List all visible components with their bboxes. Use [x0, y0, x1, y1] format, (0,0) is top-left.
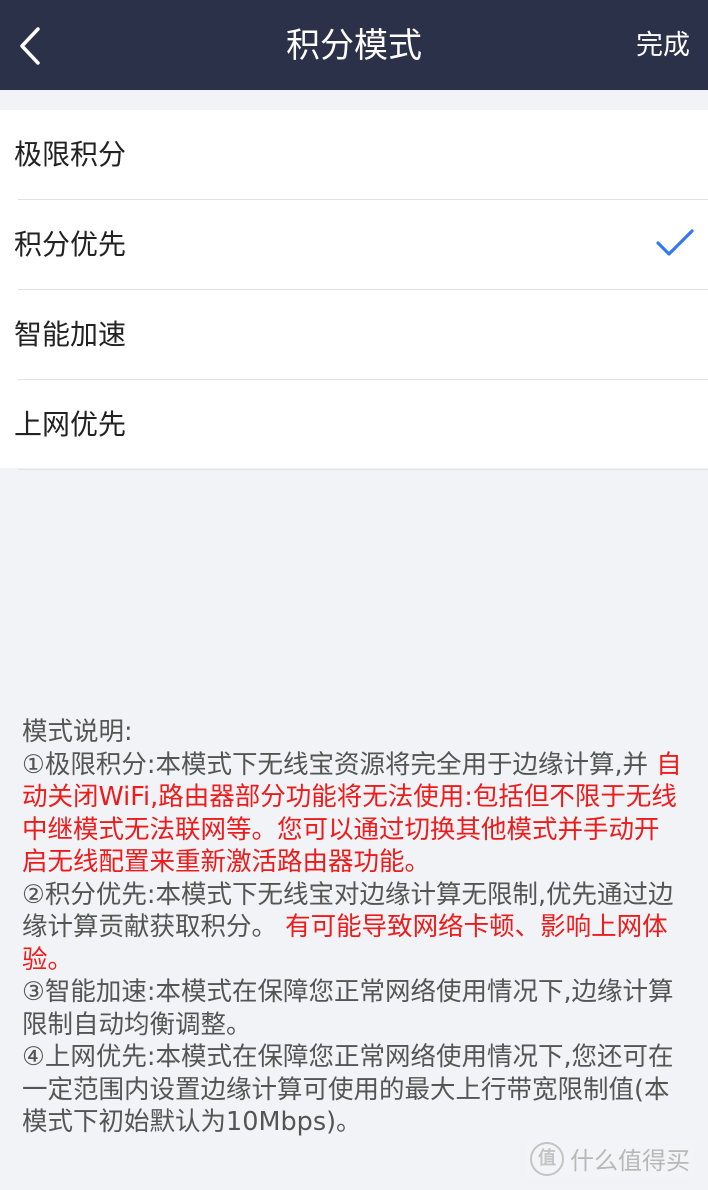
watermark: 值 什么值得买 — [526, 1139, 694, 1178]
description-item: ①极限积分:本模式下无线宝资源将完全用于边缘计算,并 自动关闭WiFi,路由器部… — [22, 749, 682, 879]
description-item-title: ②积分优先: — [22, 879, 156, 910]
mode-option-smart-accelerate[interactable]: 智能加速 — [14, 290, 708, 380]
mode-option-label: 智能加速 — [14, 318, 127, 351]
mode-option-label: 上网优先 — [14, 408, 127, 441]
description-item-text: 本模式下无线宝资源将完全用于边缘计算,并 — [155, 749, 649, 780]
description-item: ②积分优先:本模式下无线宝对边缘计算无限制,优先通过边缘计算贡献获取积分。 有可… — [22, 879, 682, 977]
description-item-title: ①极限积分: — [22, 749, 156, 780]
mode-option-points-first[interactable]: 积分优先 — [14, 200, 708, 290]
description-item: ③智能加速:本模式在保障您正常网络使用情况下,边缘计算限制自动均衡调整。 — [22, 976, 682, 1041]
mode-description: 模式说明: ①极限积分:本模式下无线宝资源将完全用于边缘计算,并 自动关闭WiF… — [22, 716, 682, 1139]
mode-option-label: 极限积分 — [14, 138, 127, 171]
watermark-logo-icon: 值 — [530, 1141, 564, 1176]
description-heading: 模式说明: — [22, 717, 133, 747]
chevron-left-icon — [20, 27, 40, 65]
mode-option-extreme-points[interactable]: 极限积分 — [14, 110, 708, 200]
page-title: 积分模式 — [286, 26, 422, 66]
mode-option-internet-first[interactable]: 上网优先 — [14, 380, 708, 470]
description-item-title: ③智能加速: — [22, 977, 156, 1007]
done-button[interactable]: 完成 — [636, 0, 690, 90]
description-item-title: ④上网优先: — [22, 1042, 156, 1072]
description-item: ④上网优先:本模式在保障您正常网络使用情况下,您还可在一定范围内设置边缘计算可使… — [22, 1041, 682, 1139]
top-nav-bar: 积分模式 完成 — [0, 0, 708, 90]
mode-option-label: 积分优先 — [14, 228, 127, 261]
back-button[interactable] — [0, 0, 70, 90]
watermark-text: 什么值得买 — [570, 1147, 690, 1175]
mode-list: 极限积分 积分优先 智能加速 上网优先 — [0, 110, 708, 470]
checkmark-icon — [656, 229, 694, 256]
